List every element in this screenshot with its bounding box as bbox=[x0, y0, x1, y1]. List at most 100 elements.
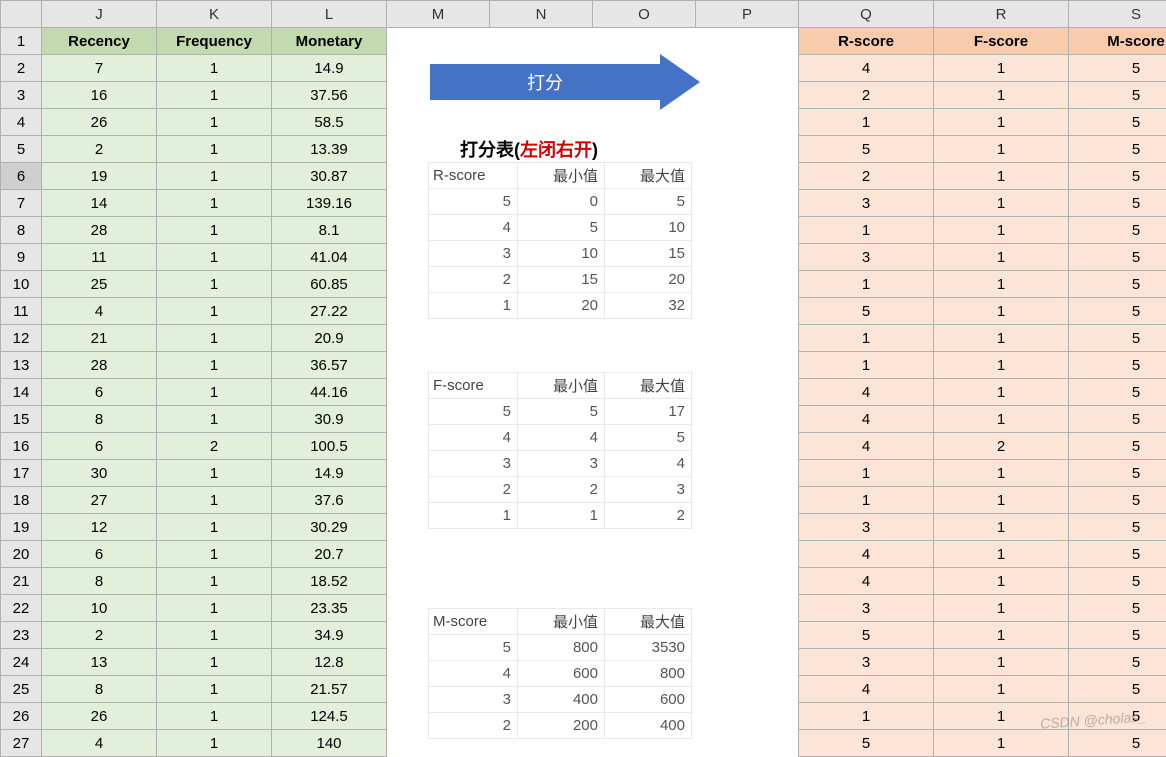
cell[interactable]: 1 bbox=[934, 298, 1069, 325]
cell[interactable]: 8 bbox=[42, 406, 157, 433]
cell[interactable]: 1 bbox=[157, 622, 272, 649]
col-header-S[interactable]: S bbox=[1069, 1, 1166, 28]
cell[interactable]: 4 bbox=[799, 676, 934, 703]
cell[interactable]: 100.5 bbox=[272, 433, 387, 460]
cell[interactable] bbox=[387, 541, 490, 568]
cell[interactable]: 1 bbox=[157, 136, 272, 163]
cell[interactable]: 6 bbox=[42, 379, 157, 406]
select-all-corner[interactable] bbox=[1, 1, 42, 28]
cell[interactable] bbox=[696, 514, 799, 541]
cell[interactable]: 7 bbox=[42, 55, 157, 82]
cell[interactable] bbox=[490, 541, 593, 568]
cell[interactable]: 1 bbox=[934, 568, 1069, 595]
row-header[interactable]: 23 bbox=[1, 622, 42, 649]
cell[interactable]: 1 bbox=[157, 325, 272, 352]
row-header[interactable]: 3 bbox=[1, 82, 42, 109]
cell[interactable]: 1 bbox=[934, 109, 1069, 136]
cell[interactable]: 5 bbox=[799, 622, 934, 649]
cell[interactable]: 30.9 bbox=[272, 406, 387, 433]
row-header[interactable]: 9 bbox=[1, 244, 42, 271]
cell[interactable] bbox=[593, 325, 696, 352]
cell[interactable]: 1 bbox=[157, 514, 272, 541]
cell[interactable] bbox=[387, 109, 490, 136]
row-header[interactable]: 26 bbox=[1, 703, 42, 730]
cell[interactable]: 28 bbox=[42, 217, 157, 244]
cell[interactable]: 1 bbox=[934, 379, 1069, 406]
cell[interactable] bbox=[696, 298, 799, 325]
cell[interactable]: 1 bbox=[799, 352, 934, 379]
score-header[interactable]: R-score bbox=[799, 28, 934, 55]
cell[interactable] bbox=[593, 541, 696, 568]
cell[interactable]: 25 bbox=[42, 271, 157, 298]
row-header[interactable]: 7 bbox=[1, 190, 42, 217]
cell[interactable]: 5 bbox=[1069, 487, 1166, 514]
cell[interactable]: 12.8 bbox=[272, 649, 387, 676]
cell[interactable]: 41.04 bbox=[272, 244, 387, 271]
cell[interactable] bbox=[696, 406, 799, 433]
cell[interactable] bbox=[696, 487, 799, 514]
cell[interactable]: 1 bbox=[157, 298, 272, 325]
cell[interactable]: 1 bbox=[157, 730, 272, 757]
cell[interactable]: 26 bbox=[42, 703, 157, 730]
cell[interactable]: 5 bbox=[1069, 298, 1166, 325]
cell[interactable]: 5 bbox=[1069, 109, 1166, 136]
cell[interactable]: 1 bbox=[157, 190, 272, 217]
col-header-M[interactable]: M bbox=[387, 1, 490, 28]
cell[interactable]: 1 bbox=[157, 217, 272, 244]
cell[interactable]: 5 bbox=[1069, 433, 1166, 460]
cell[interactable]: 1 bbox=[157, 352, 272, 379]
cell[interactable]: 1 bbox=[934, 460, 1069, 487]
cell[interactable]: 5 bbox=[1069, 55, 1166, 82]
cell[interactable]: 1 bbox=[934, 622, 1069, 649]
cell[interactable] bbox=[387, 55, 490, 82]
cell[interactable]: 1 bbox=[157, 379, 272, 406]
cell[interactable] bbox=[593, 55, 696, 82]
cell[interactable]: 1 bbox=[934, 244, 1069, 271]
cell[interactable] bbox=[696, 622, 799, 649]
row-header[interactable]: 14 bbox=[1, 379, 42, 406]
cell[interactable] bbox=[696, 541, 799, 568]
rfm-header[interactable]: Recency bbox=[42, 28, 157, 55]
cell[interactable] bbox=[696, 460, 799, 487]
cell[interactable]: 5 bbox=[1069, 136, 1166, 163]
cell[interactable]: 27.22 bbox=[272, 298, 387, 325]
cell[interactable]: 13.39 bbox=[272, 136, 387, 163]
row-header[interactable]: 1 bbox=[1, 28, 42, 55]
cell[interactable]: 2 bbox=[157, 433, 272, 460]
cell[interactable]: 5 bbox=[1069, 271, 1166, 298]
cell[interactable]: 28 bbox=[42, 352, 157, 379]
cell[interactable]: 14 bbox=[42, 190, 157, 217]
cell[interactable]: 36.57 bbox=[272, 352, 387, 379]
cell[interactable]: 5 bbox=[1069, 676, 1166, 703]
cell[interactable]: 5 bbox=[1069, 217, 1166, 244]
col-header-J[interactable]: J bbox=[42, 1, 157, 28]
row-header[interactable]: 11 bbox=[1, 298, 42, 325]
rfm-header[interactable]: Monetary bbox=[272, 28, 387, 55]
cell[interactable] bbox=[696, 244, 799, 271]
score-header[interactable]: F-score bbox=[934, 28, 1069, 55]
cell[interactable]: 60.85 bbox=[272, 271, 387, 298]
cell[interactable] bbox=[696, 325, 799, 352]
row-header[interactable]: 2 bbox=[1, 55, 42, 82]
rfm-header[interactable]: Frequency bbox=[157, 28, 272, 55]
cell[interactable]: 3 bbox=[799, 244, 934, 271]
cell[interactable] bbox=[696, 28, 799, 55]
cell[interactable]: 4 bbox=[799, 541, 934, 568]
row-header[interactable]: 12 bbox=[1, 325, 42, 352]
cell[interactable]: 5 bbox=[1069, 352, 1166, 379]
cell[interactable]: 1 bbox=[934, 676, 1069, 703]
cell[interactable]: 5 bbox=[1069, 595, 1166, 622]
cell[interactable]: 1 bbox=[934, 325, 1069, 352]
cell[interactable]: 37.6 bbox=[272, 487, 387, 514]
col-header-O[interactable]: O bbox=[593, 1, 696, 28]
col-header-N[interactable]: N bbox=[490, 1, 593, 28]
cell[interactable]: 1 bbox=[157, 460, 272, 487]
cell[interactable] bbox=[593, 28, 696, 55]
cell[interactable] bbox=[387, 568, 490, 595]
col-header-R[interactable]: R bbox=[934, 1, 1069, 28]
cell[interactable]: 16 bbox=[42, 82, 157, 109]
cell[interactable]: 4 bbox=[799, 379, 934, 406]
cell[interactable]: 1 bbox=[157, 55, 272, 82]
cell[interactable]: 5 bbox=[1069, 649, 1166, 676]
cell[interactable]: 5 bbox=[799, 730, 934, 757]
